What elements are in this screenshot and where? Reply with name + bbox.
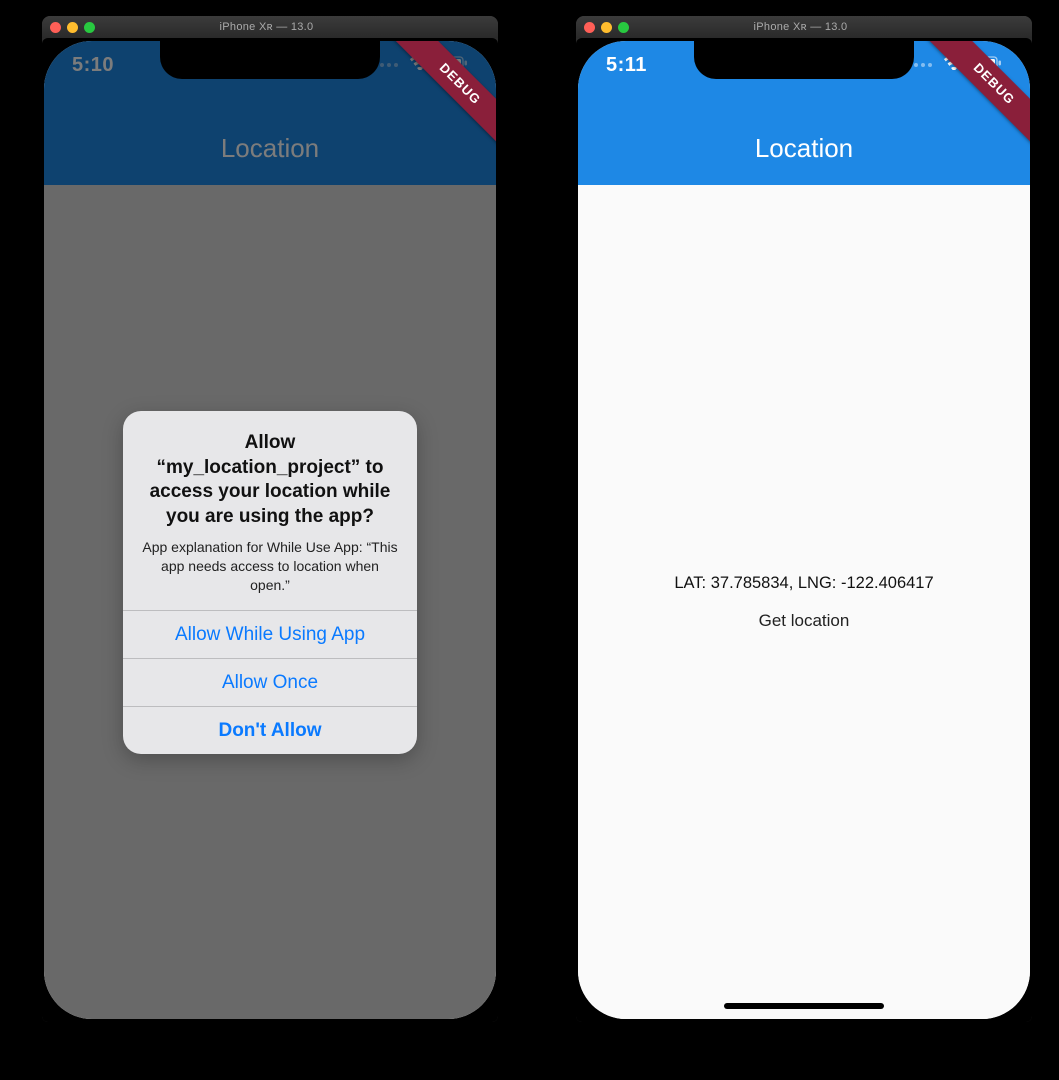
simulator-titlebar: iPhone Xʀ — 13.0: [42, 16, 498, 38]
permission-alert: Allow “my_location_project” to access yo…: [123, 411, 417, 754]
phone-frame: DEBUG 5:11: [576, 38, 1032, 1022]
window-controls: [50, 22, 95, 33]
simulator-titlebar: iPhone Xʀ — 13.0: [576, 16, 1032, 38]
page-title: Location: [578, 133, 1030, 164]
simulator-window-right: iPhone Xʀ — 13.0 DEBUG 5:11: [576, 16, 1032, 1022]
screen-body: LAT: 37.785834, LNG: -122.406417 Get loc…: [578, 185, 1030, 1019]
device-screen: DEBUG 5:10: [44, 41, 496, 1019]
simulator-window-left: iPhone Xʀ — 13.0 DEBUG 5:10: [42, 16, 498, 1022]
simulator-title: iPhone Xʀ — 13.0: [95, 21, 438, 33]
allow-once-button[interactable]: Allow Once: [123, 658, 417, 706]
dont-allow-button[interactable]: Don't Allow: [123, 706, 417, 754]
minimize-icon[interactable]: [67, 22, 78, 33]
alert-title: Allow “my_location_project” to access yo…: [141, 431, 399, 530]
close-icon[interactable]: [584, 22, 595, 33]
notch: [694, 41, 914, 79]
phone-frame: DEBUG 5:10: [42, 38, 498, 1022]
minimize-icon[interactable]: [601, 22, 612, 33]
device-screen: DEBUG 5:11: [578, 41, 1030, 1019]
alert-message: App explanation for While Use App: “This…: [141, 538, 399, 595]
notch: [160, 41, 380, 79]
home-indicator[interactable]: [724, 1003, 884, 1009]
get-location-button[interactable]: Get location: [759, 611, 850, 631]
zoom-icon[interactable]: [618, 22, 629, 33]
simulator-title: iPhone Xʀ — 13.0: [629, 21, 972, 33]
status-time: 5:11: [606, 54, 647, 77]
location-value: LAT: 37.785834, LNG: -122.406417: [674, 574, 933, 593]
window-controls: [584, 22, 629, 33]
allow-while-using-button[interactable]: Allow While Using App: [123, 610, 417, 658]
zoom-icon[interactable]: [84, 22, 95, 33]
close-icon[interactable]: [50, 22, 61, 33]
